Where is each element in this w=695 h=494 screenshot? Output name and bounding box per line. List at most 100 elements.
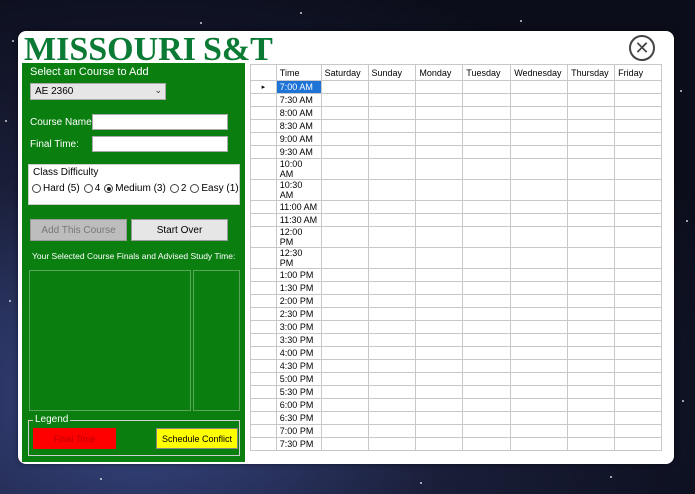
row-header[interactable]: [250, 119, 277, 133]
day-cell[interactable]: [614, 294, 662, 308]
day-cell[interactable]: [462, 119, 512, 133]
schedule-row[interactable]: 3:30 PM: [250, 333, 662, 347]
day-cell[interactable]: [462, 80, 512, 94]
time-cell[interactable]: 5:30 PM: [275, 385, 322, 399]
day-cell[interactable]: [367, 226, 417, 248]
schedule-row[interactable]: 7:00 PM: [250, 424, 662, 438]
day-cell[interactable]: [415, 294, 464, 308]
day-cell[interactable]: [367, 359, 417, 373]
day-cell[interactable]: [320, 145, 369, 159]
schedule-row[interactable]: 5:30 PM: [250, 385, 662, 399]
day-cell[interactable]: [320, 346, 369, 360]
time-cell[interactable]: 6:30 PM: [275, 411, 322, 425]
day-cell[interactable]: [415, 411, 464, 425]
time-cell[interactable]: 4:30 PM: [275, 359, 322, 373]
day-cell[interactable]: [320, 411, 369, 425]
day-cell[interactable]: [567, 158, 616, 180]
row-header[interactable]: [250, 93, 277, 107]
schedule-row[interactable]: 5:00 PM: [250, 372, 662, 386]
time-cell[interactable]: 7:30 PM: [275, 437, 322, 451]
time-cell[interactable]: 11:30 AM: [275, 213, 322, 227]
day-cell[interactable]: [462, 93, 512, 107]
day-cell[interactable]: [510, 385, 569, 399]
schedule-row[interactable]: 6:00 PM: [250, 398, 662, 412]
day-cell[interactable]: [320, 132, 369, 146]
time-cell[interactable]: 4:00 PM: [275, 346, 322, 360]
day-cell[interactable]: [567, 106, 616, 120]
day-cell[interactable]: [567, 307, 616, 321]
day-cell[interactable]: [367, 398, 417, 412]
day-cell[interactable]: [320, 93, 369, 107]
course-name-field[interactable]: [92, 114, 228, 130]
day-cell[interactable]: [462, 307, 512, 321]
day-cell[interactable]: [567, 320, 616, 334]
row-header[interactable]: [250, 411, 277, 425]
day-cell[interactable]: [415, 320, 464, 334]
day-cell[interactable]: [367, 320, 417, 334]
day-cell[interactable]: [462, 158, 512, 180]
day-cell[interactable]: [510, 372, 569, 386]
time-cell[interactable]: 7:00 PM: [275, 424, 322, 438]
day-cell[interactable]: [462, 385, 512, 399]
row-header[interactable]: [250, 294, 277, 308]
day-cell[interactable]: [462, 268, 512, 282]
day-cell[interactable]: [567, 424, 616, 438]
day-cell[interactable]: [510, 411, 569, 425]
day-cell[interactable]: [510, 359, 569, 373]
day-cell[interactable]: [367, 200, 417, 214]
day-cell[interactable]: [320, 294, 369, 308]
schedule-row[interactable]: 6:30 PM: [250, 411, 662, 425]
time-cell[interactable]: 1:00 PM: [275, 268, 322, 282]
schedule-row[interactable]: 4:00 PM: [250, 346, 662, 360]
row-header[interactable]: [250, 179, 277, 201]
day-cell[interactable]: [614, 213, 662, 227]
day-cell[interactable]: [614, 268, 662, 282]
schedule-row[interactable]: 9:00 AM: [250, 132, 662, 146]
day-cell[interactable]: [320, 359, 369, 373]
time-cell[interactable]: 8:30 AM: [275, 119, 322, 133]
row-header[interactable]: [250, 247, 277, 269]
day-cell[interactable]: [415, 437, 464, 451]
day-cell[interactable]: [415, 385, 464, 399]
day-cell[interactable]: [462, 213, 512, 227]
day-cell[interactable]: [415, 179, 464, 201]
day-cell[interactable]: [614, 398, 662, 412]
add-course-button[interactable]: Add This Course: [30, 219, 127, 241]
day-cell[interactable]: [415, 268, 464, 282]
day-cell[interactable]: [567, 200, 616, 214]
day-cell[interactable]: [510, 281, 569, 295]
time-cell[interactable]: 10:00 AM: [275, 158, 322, 180]
day-cell[interactable]: [510, 437, 569, 451]
schedule-row[interactable]: 8:30 AM: [250, 119, 662, 133]
day-cell[interactable]: [367, 158, 417, 180]
day-cell[interactable]: [510, 80, 569, 94]
time-cell[interactable]: 9:00 AM: [275, 132, 322, 146]
day-cell[interactable]: [320, 200, 369, 214]
day-cell[interactable]: [462, 294, 512, 308]
radio-4[interactable]: 4: [83, 183, 100, 194]
day-cell[interactable]: [462, 179, 512, 201]
day-cell[interactable]: [415, 213, 464, 227]
col-header[interactable]: Monday: [415, 64, 464, 81]
schedule-row[interactable]: 2:30 PM: [250, 307, 662, 321]
time-cell[interactable]: 2:00 PM: [275, 294, 322, 308]
day-cell[interactable]: [415, 80, 464, 94]
study-time-list[interactable]: [193, 270, 240, 411]
day-cell[interactable]: [367, 119, 417, 133]
course-select[interactable]: AE 2360 ⌄: [30, 83, 166, 100]
day-cell[interactable]: [415, 247, 464, 269]
row-header[interactable]: [250, 385, 277, 399]
schedule-row[interactable]: 11:30 AM: [250, 213, 662, 227]
row-header[interactable]: [250, 226, 277, 248]
time-cell[interactable]: 7:00 AM: [275, 80, 322, 94]
day-cell[interactable]: [320, 268, 369, 282]
day-cell[interactable]: [415, 200, 464, 214]
time-cell[interactable]: 2:30 PM: [275, 307, 322, 321]
schedule-row[interactable]: 9:30 AM: [250, 145, 662, 159]
row-header[interactable]: [250, 158, 277, 180]
row-header[interactable]: [250, 213, 277, 227]
day-cell[interactable]: [510, 226, 569, 248]
day-cell[interactable]: [415, 307, 464, 321]
row-header[interactable]: [250, 132, 277, 146]
day-cell[interactable]: [567, 437, 616, 451]
